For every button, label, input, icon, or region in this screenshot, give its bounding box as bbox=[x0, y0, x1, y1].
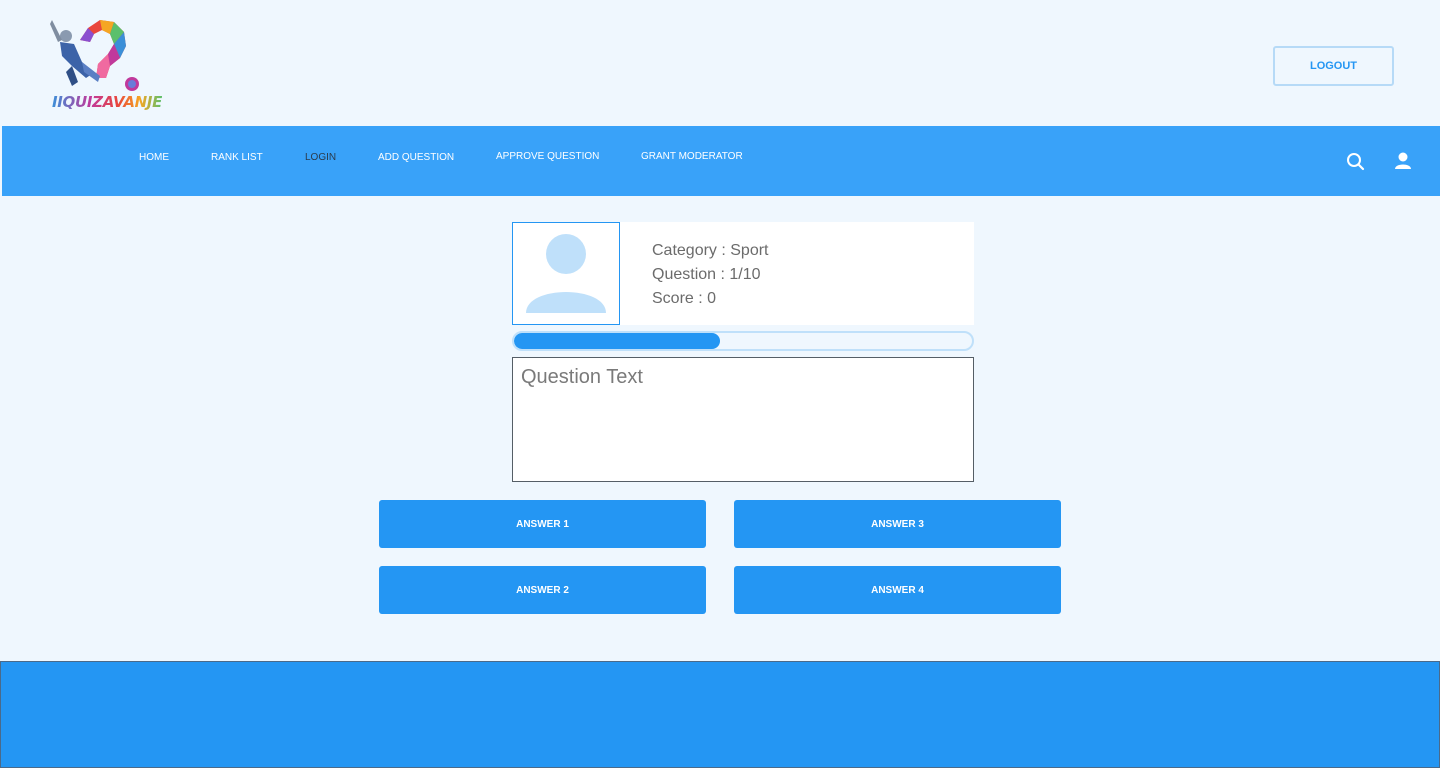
nav-item-rank-list[interactable]: RANK LIST bbox=[211, 152, 263, 163]
score-label: Score : 0 bbox=[652, 290, 717, 307]
question-counter: Question : 1/10 bbox=[652, 266, 761, 283]
answer-2-button[interactable]: ANSWER 2 bbox=[379, 566, 706, 614]
question-text-box: Question Text bbox=[512, 357, 974, 482]
answer-4-button[interactable]: ANSWER 4 bbox=[734, 566, 1061, 614]
user-icon[interactable] bbox=[1392, 150, 1414, 172]
nav-item-add-question[interactable]: ADD QUESTION bbox=[378, 152, 454, 163]
avatar bbox=[512, 222, 620, 325]
nav-item-approve-question[interactable]: APPROVE QUESTION bbox=[496, 151, 599, 162]
main-nav: HOME RANK LIST LOGIN ADD QUESTION APPROV… bbox=[2, 126, 1440, 196]
answer-1-button[interactable]: ANSWER 1 bbox=[379, 500, 706, 548]
header: IIQUIZAVANJE LOGOUT bbox=[0, 0, 1440, 126]
quiz-info-card: Category : Sport Question : 1/10 Score :… bbox=[512, 222, 974, 325]
logout-button[interactable]: LOGOUT bbox=[1273, 46, 1394, 86]
footer bbox=[0, 661, 1440, 768]
nav-item-home[interactable]: HOME bbox=[139, 152, 169, 163]
answer-3-button[interactable]: ANSWER 3 bbox=[734, 500, 1061, 548]
search-icon[interactable] bbox=[1344, 150, 1366, 172]
nav-item-grant-moderator[interactable]: GRANT MODERATOR bbox=[641, 151, 743, 162]
nav-item-login[interactable]: LOGIN bbox=[305, 152, 336, 163]
progress-bar bbox=[512, 331, 974, 351]
progress-bar-fill bbox=[514, 333, 721, 349]
logo-text: IIQUIZAVANJE bbox=[52, 93, 163, 111]
category-label: Category : Sport bbox=[652, 242, 769, 259]
quiz-meta: Category : Sport Question : 1/10 Score :… bbox=[652, 239, 769, 311]
avatar-placeholder-icon bbox=[526, 234, 606, 313]
